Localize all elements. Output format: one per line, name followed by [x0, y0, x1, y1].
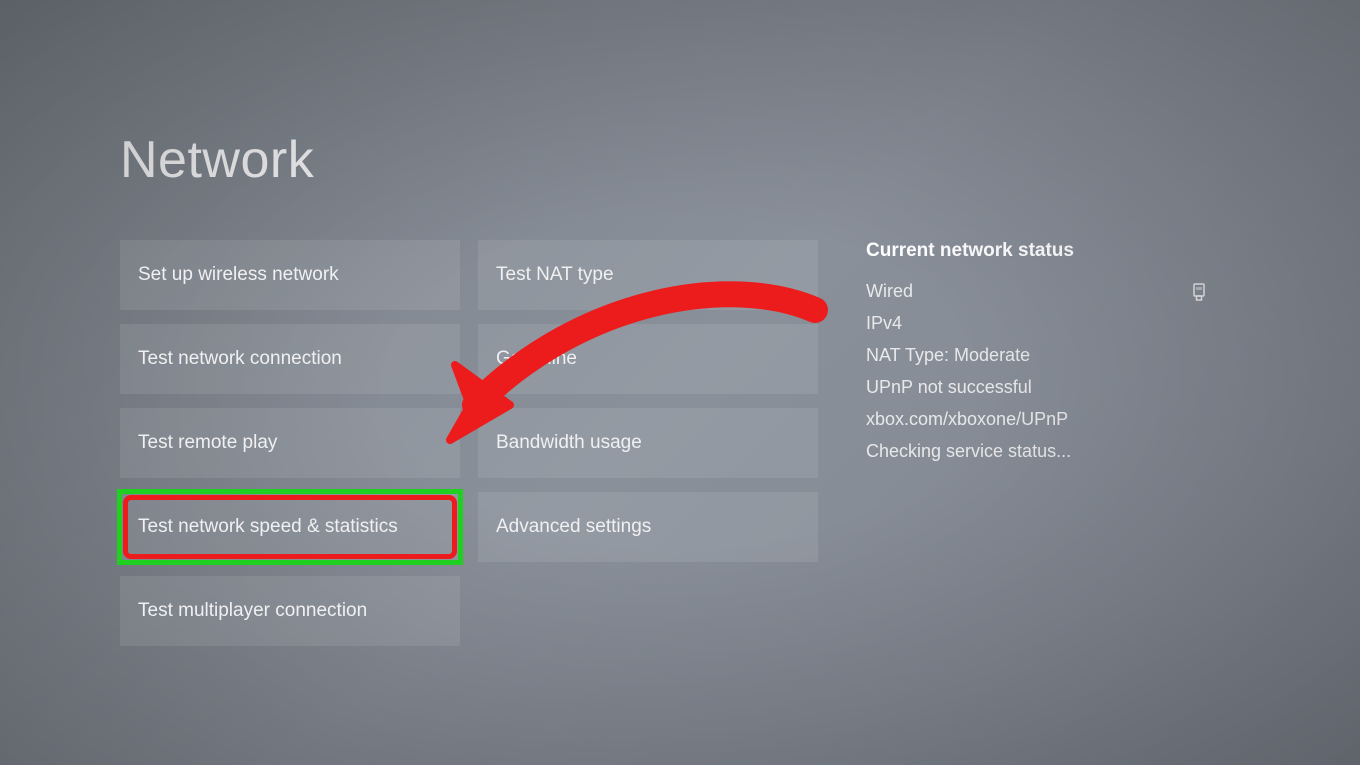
advanced-settings-button[interactable]: Advanced settings: [478, 492, 818, 562]
menu-item-label: Test multiplayer connection: [138, 600, 367, 622]
column-right: Test NAT type Go offline Bandwidth usage…: [478, 240, 818, 646]
menu-item-label: Go offline: [496, 348, 577, 370]
status-line-ipv4: IPv4: [866, 313, 1206, 334]
setup-wireless-button[interactable]: Set up wireless network: [120, 240, 460, 310]
menu-item-label: Test remote play: [138, 432, 277, 454]
test-multiplayer-button[interactable]: Test multiplayer connection: [120, 576, 460, 646]
page-title: Network: [120, 130, 1240, 190]
go-offline-button[interactable]: Go offline: [478, 324, 818, 394]
network-status-panel: Current network status Wired IPv4 NA: [866, 240, 1206, 646]
content-row: Set up wireless network Test network con…: [120, 240, 1240, 646]
network-settings-container: Network Set up wireless network Test net…: [0, 0, 1360, 765]
column-left: Set up wireless network Test network con…: [120, 240, 460, 646]
bandwidth-usage-button[interactable]: Bandwidth usage: [478, 408, 818, 478]
status-text: Checking service status...: [866, 441, 1071, 462]
test-network-connection-button[interactable]: Test network connection: [120, 324, 460, 394]
menu-item-label: Test network connection: [138, 348, 342, 370]
test-nat-type-button[interactable]: Test NAT type: [478, 240, 818, 310]
menu-item-label: Bandwidth usage: [496, 432, 642, 454]
menu-item-label: Set up wireless network: [138, 264, 339, 286]
menu-item-label: Test network speed & statistics: [138, 516, 398, 538]
status-line-upnp-url: xbox.com/xboxone/UPnP: [866, 409, 1206, 430]
ethernet-icon: [1192, 282, 1206, 302]
status-text: NAT Type: Moderate: [866, 345, 1030, 366]
status-line-wired: Wired: [866, 281, 1206, 302]
status-text: xbox.com/xboxone/UPnP: [866, 409, 1068, 430]
status-line-nat: NAT Type: Moderate: [866, 345, 1206, 366]
status-title: Current network status: [866, 240, 1206, 262]
status-text: IPv4: [866, 313, 902, 334]
menu-item-label: Test NAT type: [496, 264, 614, 286]
status-text: Wired: [866, 281, 913, 302]
menu-item-label: Advanced settings: [496, 516, 651, 538]
status-line-service: Checking service status...: [866, 441, 1206, 462]
test-network-speed-button[interactable]: Test network speed & statistics: [120, 492, 460, 562]
status-text: UPnP not successful: [866, 377, 1032, 398]
test-remote-play-button[interactable]: Test remote play: [120, 408, 460, 478]
status-line-upnp: UPnP not successful: [866, 377, 1206, 398]
